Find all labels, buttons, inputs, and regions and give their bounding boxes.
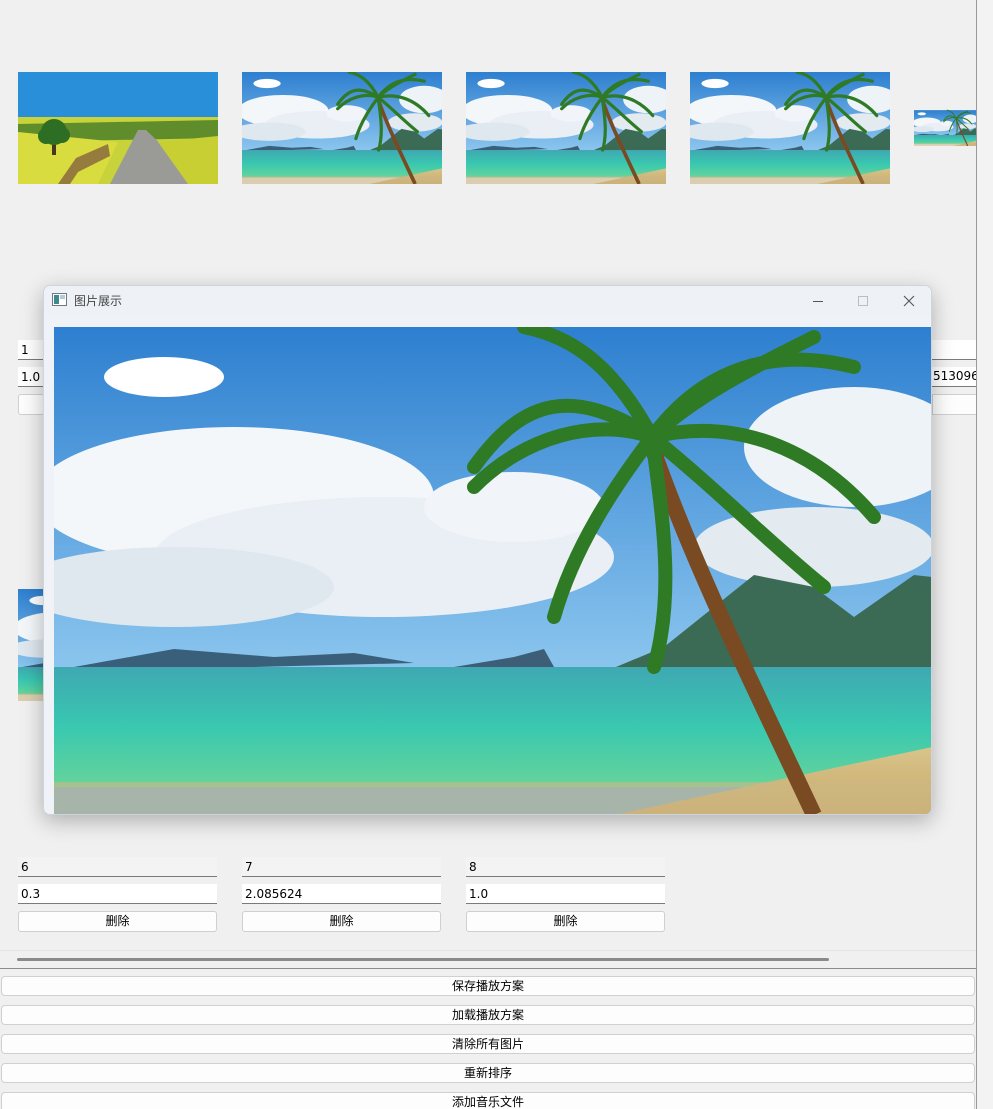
image-preview-window: 图片展示 xyxy=(43,285,932,815)
add-music-button[interactable]: 添加音乐文件 xyxy=(1,1092,975,1109)
maximize-button[interactable] xyxy=(841,286,885,316)
resort-button[interactable]: 重新排序 xyxy=(1,1063,975,1083)
horizontal-scrollbar-thumb[interactable] xyxy=(17,958,829,961)
delete-button-8[interactable]: 删除 xyxy=(466,911,665,932)
minimize-icon xyxy=(813,301,823,302)
thumbnail-4[interactable] xyxy=(690,72,890,184)
window-title: 图片展示 xyxy=(74,294,123,308)
delete-button-6[interactable]: 删除 xyxy=(18,911,217,932)
duration-field-7[interactable]: 2.085624 xyxy=(242,884,441,904)
vertical-scrollbar[interactable] xyxy=(976,0,993,1109)
duration-field-5[interactable]: 513096 xyxy=(932,367,976,387)
duration-field-1[interactable]: 1.0 xyxy=(18,367,44,387)
thumbnail-3[interactable] xyxy=(466,72,666,184)
load-plan-button[interactable]: 加载播放方案 xyxy=(1,1005,975,1025)
save-plan-button[interactable]: 保存播放方案 xyxy=(1,976,975,996)
delete-button-1[interactable] xyxy=(18,394,44,415)
thumbnail-5[interactable] xyxy=(914,72,976,184)
delete-button-7[interactable]: 删除 xyxy=(242,911,441,932)
thumbnail-2[interactable] xyxy=(242,72,442,184)
index-field-6[interactable]: 6 xyxy=(18,857,217,877)
index-field-5[interactable] xyxy=(932,340,976,360)
index-field-1[interactable]: 1 xyxy=(18,340,44,360)
index-field-7[interactable]: 7 xyxy=(242,857,441,877)
maximize-icon xyxy=(858,296,868,306)
minimize-button[interactable] xyxy=(796,286,840,316)
index-field-8[interactable]: 8 xyxy=(466,857,665,877)
thumbnail-1[interactable] xyxy=(18,72,218,184)
delete-button-5[interactable] xyxy=(932,394,976,415)
image-window-icon xyxy=(52,293,67,306)
divider xyxy=(0,968,976,969)
duration-field-6[interactable]: 0.3 xyxy=(18,884,217,904)
preview-image xyxy=(54,327,931,814)
close-icon xyxy=(903,295,915,307)
window-titlebar[interactable]: 图片展示 xyxy=(44,286,931,316)
clear-all-images-button[interactable]: 清除所有图片 xyxy=(1,1034,975,1054)
close-button[interactable] xyxy=(887,286,931,316)
duration-field-8[interactable]: 1.0 xyxy=(466,884,665,904)
